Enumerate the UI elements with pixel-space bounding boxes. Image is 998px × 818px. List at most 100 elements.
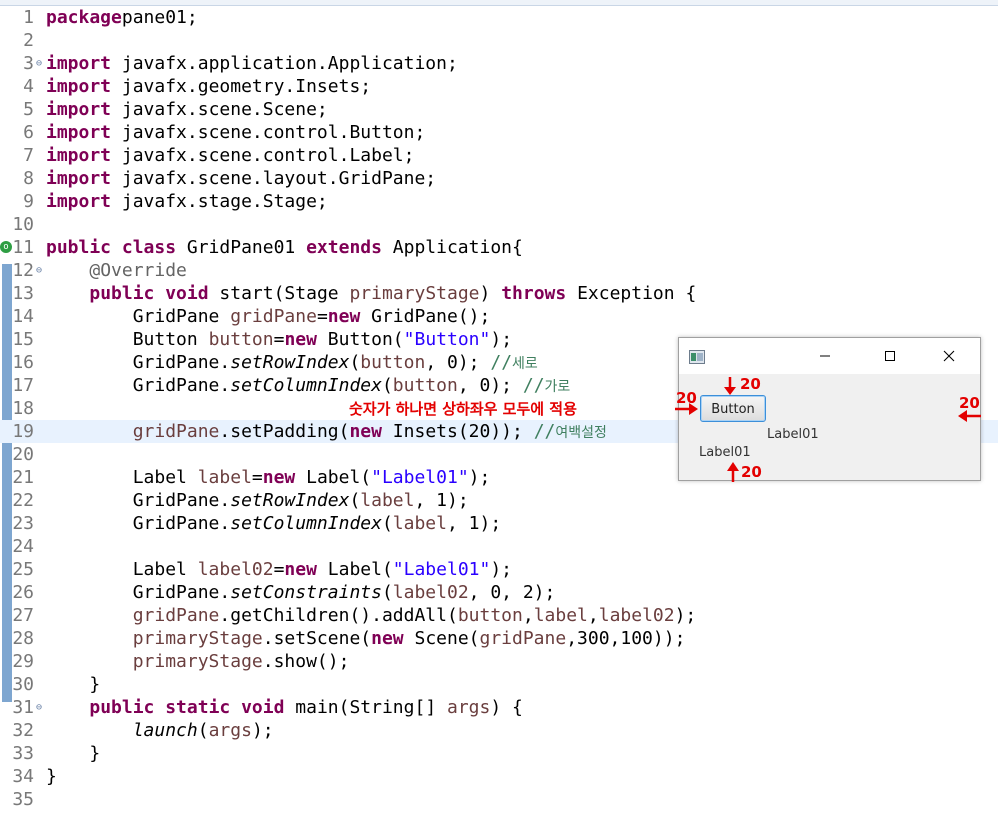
fold-toggle-icon[interactable]: ⊖ — [34, 259, 44, 282]
code-line-4[interactable]: 4 import javafx.geometry.Insets; — [0, 75, 998, 98]
minimize-icon[interactable] — [813, 344, 837, 368]
window-titlebar[interactable] — [679, 338, 980, 374]
code-line-14[interactable]: 14 GridPane gridPane=new GridPane(); — [0, 305, 998, 328]
code-line-2[interactable]: 2 — [0, 29, 998, 52]
code-line-8[interactable]: 8 import javafx.scene.layout.GridPane; — [0, 167, 998, 190]
code-token: ) — [479, 283, 502, 304]
fold-toggle-icon[interactable]: ⊖ — [34, 52, 44, 75]
line-number: 8 — [23, 168, 34, 189]
code-token: javafx.scene.Scene; — [111, 99, 328, 120]
code-token: , — [587, 605, 599, 626]
code-text: @Override — [46, 259, 187, 282]
padding-arrows — [675, 377, 981, 482]
code-text: Button button=new Button("Button"); — [46, 328, 512, 351]
code-token: GridPane — [46, 306, 231, 327]
code-line-11[interactable]: 11 o public class GridPane01 extends Appli… — [0, 236, 998, 259]
line-number: 33 — [12, 743, 34, 764]
code-line-27[interactable]: 27 gridPane.getChildren().addAll(button,… — [0, 604, 998, 627]
code-line-31[interactable]: 31 ⊖ public static void main(String[] arg… — [0, 696, 998, 719]
code-line-30[interactable]: 30 } — [0, 673, 998, 696]
override-marker-icon[interactable]: o — [0, 241, 12, 253]
line-number: 17 — [12, 375, 34, 396]
code-token: args — [208, 720, 252, 741]
code-line-3[interactable]: 3 ⊖ import javafx.application.Application; — [0, 52, 998, 75]
code-token: new — [284, 559, 317, 580]
code-token: GridPane01 — [176, 237, 307, 258]
code-token: ); — [251, 720, 274, 741]
line-number: 7 — [23, 145, 34, 166]
code-token: import — [46, 76, 112, 97]
line-number: 23 — [12, 513, 34, 534]
code-text: import javafx.stage.Stage; — [46, 190, 328, 213]
code-token: .setScene( — [262, 628, 372, 649]
code-text: primaryStage.setScene(new Scene(gridPane… — [46, 627, 686, 650]
code-text: import javafx.scene.Scene; — [46, 98, 328, 121]
line-number: 20 — [12, 444, 34, 465]
code-line-34[interactable]: 34} — [0, 765, 998, 788]
code-line-13[interactable]: 13 public void start(Stage primaryStage)… — [0, 282, 998, 305]
code-token: .show(); — [262, 651, 350, 672]
code-token: public class — [46, 237, 177, 258]
code-text: GridPane gridPane=new GridPane(); — [46, 305, 491, 328]
code-token: // — [490, 352, 513, 373]
code-token: setConstraints — [230, 582, 382, 603]
code-token: , 1); — [446, 513, 502, 534]
code-token: new — [262, 467, 296, 488]
code-line-9[interactable]: 9 import javafx.stage.Stage; — [0, 190, 998, 213]
code-token: ( — [349, 352, 361, 373]
code-text: Label label=new Label("Label01"); — [46, 466, 491, 489]
code-line-28[interactable]: 28 primaryStage.setScene(new Scene(gridP… — [0, 627, 998, 650]
code-line-5[interactable]: 5 import javafx.scene.Scene; — [0, 98, 998, 121]
code-token: @Override — [89, 260, 187, 281]
code-token: button — [360, 352, 426, 373]
code-text: GridPane.setRowIndex(label, 1); — [46, 489, 469, 512]
code-line-10[interactable]: 10 — [0, 213, 998, 236]
code-token: ); — [468, 467, 491, 488]
close-icon[interactable] — [937, 344, 961, 368]
code-line-35[interactable]: 35 — [0, 788, 998, 811]
code-token: // — [533, 421, 556, 442]
code-token: import — [46, 53, 112, 74]
line-number: 29 — [12, 651, 34, 672]
code-line-7[interactable]: 7 import javafx.scene.control.Label; — [0, 144, 998, 167]
code-token: pane01; — [121, 7, 198, 28]
code-line-26[interactable]: 26 GridPane.setConstraints(label02, 0, 2… — [0, 581, 998, 604]
code-line-23[interactable]: 23 GridPane.setColumnIndex(label, 1); — [0, 512, 998, 535]
code-token: javafx.geometry.Insets; — [111, 76, 372, 97]
line-number: 27 — [12, 605, 34, 626]
code-line-25[interactable]: 25 Label label02=new Label("Label01"); — [0, 558, 998, 581]
code-token: javafx.scene.control.Label; — [111, 145, 415, 166]
padding-bottom-arrow-icon — [727, 462, 739, 482]
code-line-22[interactable]: 22 GridPane.setRowIndex(label, 1); — [0, 489, 998, 512]
code-line-6[interactable]: 6 import javafx.scene.control.Button; — [0, 121, 998, 144]
line-number: 22 — [12, 490, 34, 511]
line-number: 9 — [23, 191, 34, 212]
code-token: = — [251, 467, 263, 488]
code-line-12[interactable]: 12 ⊖ @Override — [0, 259, 998, 282]
code-token: button — [457, 605, 523, 626]
code-token: // — [522, 375, 545, 396]
line-number: 10 — [12, 214, 34, 235]
code-line-1[interactable]: 1 packagepane01; — [0, 6, 998, 29]
code-token: , 0); — [457, 375, 523, 396]
code-token: = — [316, 306, 328, 327]
code-token: javafx.application.Application; — [111, 53, 458, 74]
code-token: primaryStage — [132, 651, 263, 672]
code-token: } — [46, 766, 57, 787]
javafx-preview-window[interactable]: Button Label01 Label01 20 20 20 20 — [675, 337, 981, 482]
fold-toggle-icon[interactable]: ⊖ — [34, 696, 44, 719]
code-line-24[interactable]: 24 — [0, 535, 998, 558]
line-number: 31 — [12, 697, 34, 718]
maximize-icon[interactable] — [878, 344, 902, 368]
code-token: button — [208, 329, 274, 350]
code-line-29[interactable]: 29 primaryStage.show(); — [0, 650, 998, 673]
code-token: 가로 — [544, 379, 571, 395]
code-token: 세로 — [512, 356, 538, 372]
code-text: import javafx.application.Application; — [46, 52, 458, 75]
code-token: import — [46, 168, 112, 189]
code-line-33[interactable]: 33 } — [0, 742, 998, 765]
code-line-32[interactable]: 32 launch(args); — [0, 719, 998, 742]
